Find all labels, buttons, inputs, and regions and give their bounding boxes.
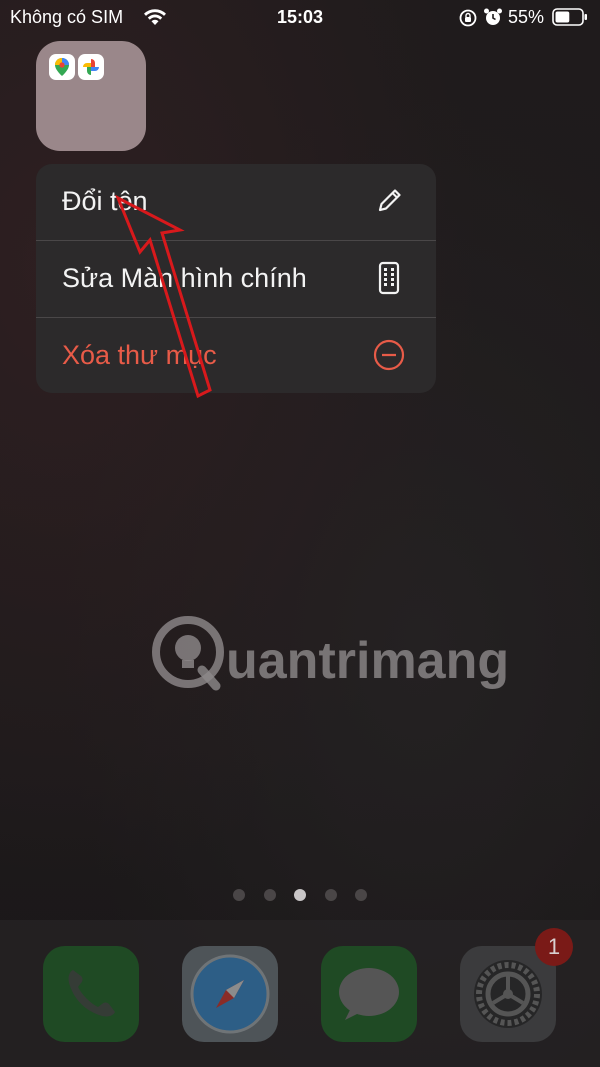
page-dot-active xyxy=(294,889,306,901)
page-dot xyxy=(325,889,337,901)
rotation-lock-icon xyxy=(459,9,477,27)
page-dot xyxy=(264,889,276,901)
battery-icon xyxy=(552,8,587,26)
battery-percent: 55% xyxy=(508,7,545,27)
google-photos-icon xyxy=(78,54,104,80)
phone-apps-icon xyxy=(378,261,400,295)
alarm-icon xyxy=(484,8,502,25)
google-maps-icon xyxy=(49,54,75,80)
home-screen-wallpaper xyxy=(0,0,600,1067)
messages-app-icon[interactable] xyxy=(321,946,417,1042)
safari-app-icon[interactable] xyxy=(182,946,278,1042)
page-indicator[interactable] xyxy=(0,889,600,905)
settings-notification-badge: 1 xyxy=(535,928,573,966)
watermark-text: uantrimang xyxy=(226,632,509,690)
minus-circle-icon xyxy=(373,339,405,371)
quantrimang-watermark: uantrimang xyxy=(150,612,510,692)
page-dot xyxy=(233,889,245,901)
app-folder[interactable] xyxy=(36,41,146,151)
phone-app-icon[interactable] xyxy=(43,946,139,1042)
status-bar: Không có SIM 15:03 55% xyxy=(0,0,600,34)
page-dot xyxy=(355,889,367,901)
pencil-icon xyxy=(378,189,401,212)
annotation-arrow xyxy=(115,194,212,399)
